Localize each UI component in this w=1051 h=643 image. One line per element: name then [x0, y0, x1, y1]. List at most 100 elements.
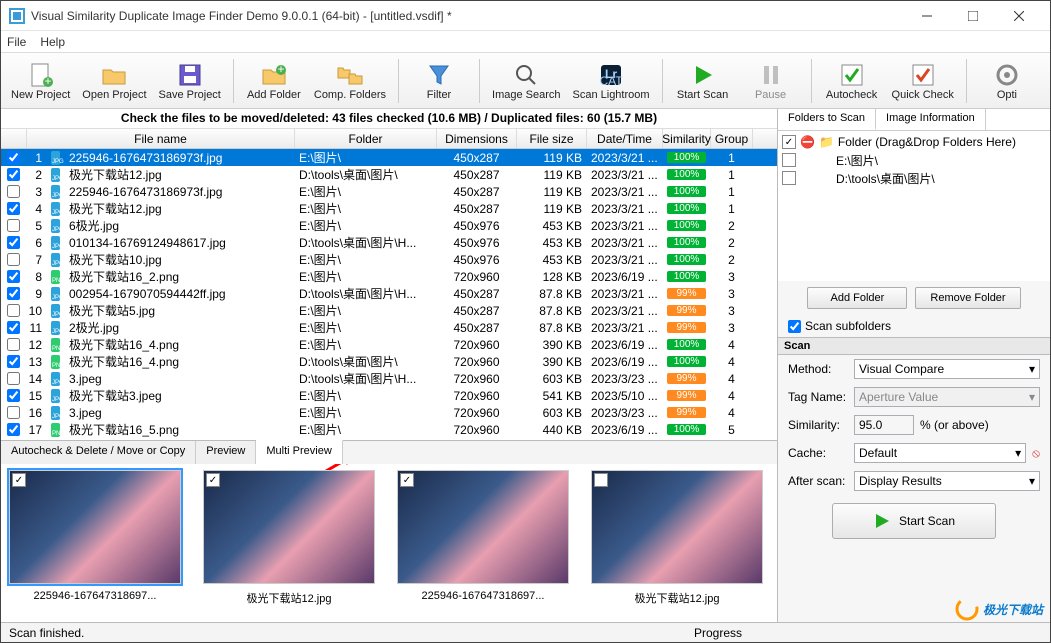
- thumbnail[interactable]: ✓225946-167647318697...: [395, 470, 571, 616]
- col-datetime[interactable]: Date/Time: [587, 129, 663, 148]
- close-button[interactable]: [996, 1, 1042, 31]
- thumbnail[interactable]: ✓极光下载站12.jpg: [201, 470, 377, 616]
- thumbnail[interactable]: ✓225946-167647318697...: [7, 470, 183, 616]
- comp-folders-button[interactable]: Comp. Folders: [310, 55, 390, 107]
- options-button[interactable]: Opti: [975, 55, 1039, 107]
- folder-path: E:\图片\: [836, 152, 878, 169]
- col-folder[interactable]: Folder: [295, 129, 437, 148]
- remove-folder-button[interactable]: Remove Folder: [915, 287, 1020, 309]
- col-similarity[interactable]: Similarity: [663, 129, 711, 148]
- folder-checkbox[interactable]: ✓: [782, 135, 796, 149]
- open-project-button[interactable]: Open Project: [78, 55, 150, 107]
- table-row[interactable]: 8 极光下载站16_2.png E:\图片\ 720x960 128 KB 20…: [1, 268, 777, 285]
- row-checkbox[interactable]: [7, 389, 20, 402]
- table-row[interactable]: 6 010134-16769124948617.jpg D:\tools\桌面\…: [1, 234, 777, 251]
- tab-preview[interactable]: Preview: [196, 441, 256, 464]
- maximize-button[interactable]: [950, 1, 996, 31]
- table-row[interactable]: 4 极光下载站12.jpg E:\图片\ 450x287 119 KB 2023…: [1, 200, 777, 217]
- grid-body[interactable]: 1 225946-1676473186973f.jpg E:\图片\ 450x2…: [1, 149, 777, 440]
- row-checkbox[interactable]: [7, 406, 20, 419]
- table-row[interactable]: 16 3.jpeg E:\图片\ 720x960 603 KB 2023/3/2…: [1, 404, 777, 421]
- filter-button[interactable]: Filter: [407, 55, 471, 107]
- watermark-logo: 极光下载站: [955, 597, 1043, 621]
- thumb-checkbox[interactable]: ✓: [206, 473, 220, 487]
- filetype-icon: [51, 338, 60, 352]
- thumb-checkbox[interactable]: ✓: [12, 473, 26, 487]
- quick-check-button[interactable]: Quick Check: [888, 55, 958, 107]
- scan-subfolders-checkbox[interactable]: [788, 320, 801, 333]
- row-checkbox[interactable]: [7, 202, 20, 215]
- table-row[interactable]: 15 极光下载站3.jpeg E:\图片\ 720x960 541 KB 202…: [1, 387, 777, 404]
- thumbnail[interactable]: 极光下载站12.jpg: [589, 470, 765, 616]
- row-checkbox[interactable]: [7, 355, 20, 368]
- start-scan-button-right[interactable]: Start Scan: [832, 503, 996, 539]
- row-checkbox[interactable]: [7, 270, 20, 283]
- menu-help[interactable]: Help: [40, 35, 65, 49]
- cache-select[interactable]: Default▾: [854, 443, 1026, 463]
- statusbar: Scan finished. Progress: [1, 622, 1050, 642]
- thumb-checkbox[interactable]: ✓: [400, 473, 414, 487]
- table-row[interactable]: 11 2极光.jpg E:\图片\ 450x287 87.8 KB 2023/3…: [1, 319, 777, 336]
- row-checkbox[interactable]: [7, 219, 20, 232]
- thumb-checkbox[interactable]: [594, 473, 608, 487]
- col-dimensions[interactable]: Dimensions: [437, 129, 517, 148]
- pause-button[interactable]: Pause: [739, 55, 803, 107]
- status-text: Scan finished.: [9, 626, 84, 640]
- row-checkbox[interactable]: [7, 423, 20, 436]
- row-checkbox[interactable]: [7, 236, 20, 249]
- table-row[interactable]: 1 225946-1676473186973f.jpg E:\图片\ 450x2…: [1, 149, 777, 166]
- afterscan-select[interactable]: Display Results▾: [854, 471, 1040, 491]
- minimize-button[interactable]: [904, 1, 950, 31]
- app-icon: [9, 8, 25, 24]
- col-filesize[interactable]: File size: [517, 129, 587, 148]
- folder-row[interactable]: ✓ ⛔ 📁 Folder (Drag&Drop Folders Here): [780, 133, 1048, 151]
- add-folder-button[interactable]: +Add Folder: [242, 55, 306, 107]
- table-row[interactable]: 10 极光下载站5.jpg E:\图片\ 450x287 87.8 KB 202…: [1, 302, 777, 319]
- table-row[interactable]: 13 极光下载站16_4.png D:\tools\桌面\图片\ 720x960…: [1, 353, 777, 370]
- folder-checkbox[interactable]: [782, 171, 796, 185]
- col-filename[interactable]: File name: [27, 129, 295, 148]
- table-row[interactable]: 2 极光下载站12.jpg D:\tools\桌面\图片\ 450x287 11…: [1, 166, 777, 183]
- row-checkbox[interactable]: [7, 151, 20, 164]
- autocheck-button[interactable]: Autocheck: [820, 55, 884, 107]
- row-checkbox[interactable]: [7, 287, 20, 300]
- cache-clear-icon[interactable]: ⦸: [1032, 446, 1040, 461]
- scan-lightroom-button[interactable]: LrCATScan Lightroom: [569, 55, 654, 107]
- col-group[interactable]: Group: [711, 129, 753, 148]
- table-row[interactable]: 9 002954-1679070594442ff.jpg D:\tools\桌面…: [1, 285, 777, 302]
- row-checkbox[interactable]: [7, 253, 20, 266]
- row-checkbox[interactable]: [7, 372, 20, 385]
- multi-preview-panel: ✓225946-167647318697...✓极光下载站12.jpg✓2259…: [1, 464, 777, 622]
- row-checkbox[interactable]: [7, 321, 20, 334]
- filetype-icon: [51, 151, 60, 165]
- similarity-spinner[interactable]: 95.0: [854, 415, 914, 435]
- folder-row[interactable]: D:\tools\桌面\图片\: [780, 169, 1048, 187]
- add-folder-button-right[interactable]: Add Folder: [807, 287, 907, 309]
- row-checkbox[interactable]: [7, 185, 20, 198]
- new-project-button[interactable]: +New Project: [7, 55, 74, 107]
- save-project-button[interactable]: Save Project: [155, 55, 225, 107]
- table-row[interactable]: 12 极光下载站16_4.png E:\图片\ 720x960 390 KB 2…: [1, 336, 777, 353]
- col-check[interactable]: [1, 129, 27, 148]
- image-search-button[interactable]: Image Search: [488, 55, 564, 107]
- tab-multi-preview[interactable]: Multi Preview: [256, 440, 342, 464]
- table-row[interactable]: 14 3.jpeg D:\tools\桌面\图片\H... 720x960 60…: [1, 370, 777, 387]
- method-select[interactable]: Visual Compare▾: [854, 359, 1040, 379]
- folder-row[interactable]: E:\图片\: [780, 151, 1048, 169]
- window-title: Visual Similarity Duplicate Image Finder…: [31, 9, 904, 23]
- filetype-icon: [51, 355, 60, 369]
- start-scan-button[interactable]: Start Scan: [671, 55, 735, 107]
- menu-file[interactable]: File: [7, 35, 26, 49]
- tab-autocheck[interactable]: Autocheck & Delete / Move or Copy: [1, 441, 196, 464]
- folder-checkbox[interactable]: [782, 153, 796, 167]
- folder-list[interactable]: ✓ ⛔ 📁 Folder (Drag&Drop Folders Here) E:…: [778, 131, 1050, 281]
- tab-folders-to-scan[interactable]: Folders to Scan: [778, 109, 876, 130]
- table-row[interactable]: 7 极光下载站10.jpg E:\图片\ 450x976 453 KB 2023…: [1, 251, 777, 268]
- row-checkbox[interactable]: [7, 304, 20, 317]
- table-row[interactable]: 17 极光下载站16_5.png E:\图片\ 720x960 440 KB 2…: [1, 421, 777, 438]
- row-checkbox[interactable]: [7, 168, 20, 181]
- tab-image-information[interactable]: Image Information: [876, 109, 986, 130]
- row-checkbox[interactable]: [7, 338, 20, 351]
- table-row[interactable]: 3 225946-1676473186973f.jpg E:\图片\ 450x2…: [1, 183, 777, 200]
- table-row[interactable]: 5 6极光.jpg E:\图片\ 450x976 453 KB 2023/3/2…: [1, 217, 777, 234]
